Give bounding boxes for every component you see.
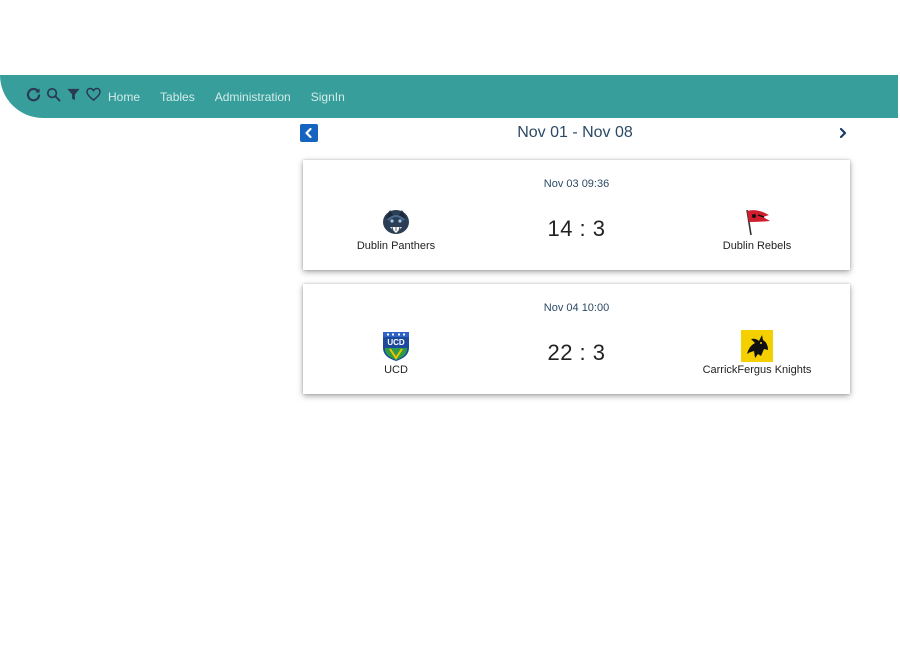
nav-link-tables[interactable]: Tables	[160, 90, 195, 104]
page: Home Tables Administration SignIn Nov 01…	[0, 0, 900, 650]
match-datetime: Nov 04 10:00	[543, 302, 610, 314]
match-card[interactable]: Nov 04 10:00 UCD UCD 22 : 3 CarrickFergu…	[303, 284, 850, 394]
away-team-name: Dublin Rebels	[722, 240, 792, 252]
match-card[interactable]: Nov 03 09:36 Dublin Panthers 14 : 3 Dubl…	[303, 160, 850, 270]
week-navigator: Nov 01 - Nov 08	[300, 124, 850, 144]
away-team[interactable]: Dublin Rebels	[682, 206, 832, 254]
match-datetime: Nov 03 09:36	[543, 178, 610, 190]
away-team[interactable]: CarrickFergus Knights	[682, 330, 832, 378]
filter-icon[interactable]	[66, 87, 81, 102]
week-range-label: Nov 01 - Nov 08	[517, 124, 633, 141]
next-week-button[interactable]	[836, 124, 850, 142]
previous-week-button[interactable]	[300, 124, 318, 142]
search-icon[interactable]	[46, 87, 61, 102]
chevron-left-icon	[305, 127, 312, 139]
refresh-icon[interactable]	[26, 87, 41, 102]
nav-link-administration[interactable]: Administration	[215, 90, 291, 104]
nav-link-signin[interactable]: SignIn	[311, 90, 345, 104]
knight-horse-logo-icon	[741, 330, 773, 362]
heart-icon[interactable]	[86, 87, 101, 102]
nav-link-home[interactable]: Home	[108, 90, 140, 104]
nav-links: Home Tables Administration SignIn	[108, 75, 365, 118]
nav-icon-group	[26, 87, 101, 102]
top-navbar: Home Tables Administration SignIn	[0, 75, 898, 118]
chevron-right-icon	[839, 127, 847, 139]
away-team-name: CarrickFergus Knights	[702, 364, 812, 376]
rebels-flag-logo-icon	[741, 206, 773, 238]
